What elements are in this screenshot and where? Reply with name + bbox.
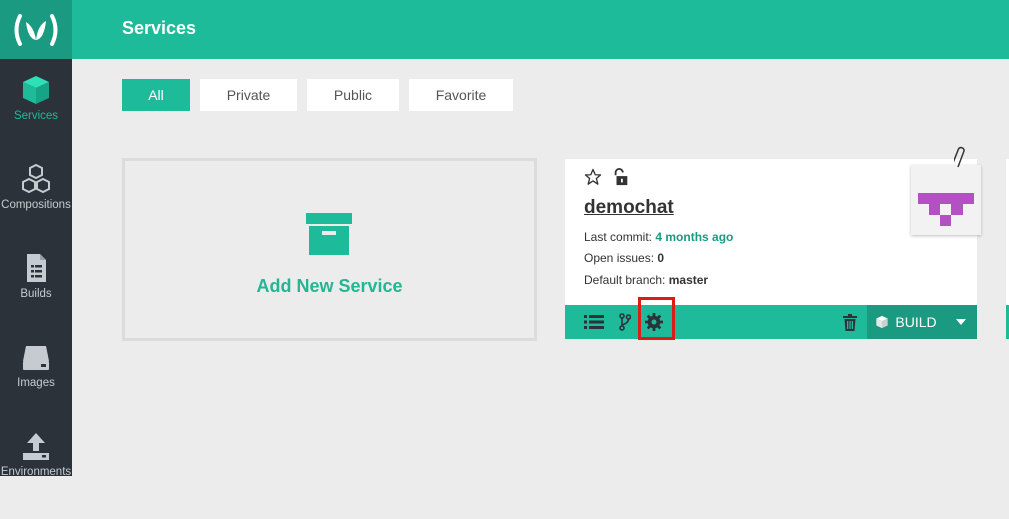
sidebar-item-label: Builds	[20, 288, 52, 300]
leaf-logo-icon	[14, 13, 58, 46]
filter-tab-favorite[interactable]: Favorite	[409, 79, 513, 111]
archive-box-icon	[306, 213, 352, 255]
list-icon	[584, 315, 604, 329]
service-card: demochat Last commit: 4 months ago Open …	[565, 146, 981, 339]
cubes-icon	[22, 163, 50, 194]
cube-icon	[876, 315, 889, 329]
sidebar-item-label: Environments	[0, 466, 72, 478]
last-commit-value: 4 months ago	[655, 230, 734, 244]
paperclip-icon	[954, 146, 965, 168]
sidebar-item-environments[interactable]: Environments	[0, 430, 72, 519]
code-branch-icon	[619, 313, 631, 331]
trash-icon	[843, 313, 857, 331]
service-card-toolbar: BUILD	[565, 305, 977, 339]
service-name-link[interactable]: demochat	[584, 197, 674, 219]
last-commit-row: Last commit: 4 months ago	[584, 230, 733, 244]
build-button-label: BUILD	[895, 314, 937, 330]
top-header: Services	[72, 0, 1009, 59]
settings-highlight-box	[638, 297, 675, 340]
sidebar-item-builds[interactable]: Builds	[0, 252, 72, 341]
upload-icon	[23, 433, 49, 460]
sidebar: Services Compositions Builds Images Envi…	[0, 0, 72, 478]
document-icon	[27, 254, 46, 282]
star-icon[interactable]	[584, 168, 602, 186]
delete-button[interactable]	[840, 305, 860, 339]
sidebar-item-services[interactable]: Services	[0, 74, 72, 163]
filter-tab-all[interactable]: All	[122, 79, 190, 111]
default-branch-label: Default branch:	[584, 273, 669, 287]
sidebar-item-compositions[interactable]: Compositions	[0, 163, 72, 252]
drive-icon	[23, 346, 49, 370]
sidebar-item-images[interactable]: Images	[0, 341, 72, 430]
build-button[interactable]: BUILD	[867, 305, 945, 339]
cube-icon	[23, 76, 49, 104]
unlock-icon[interactable]	[612, 168, 630, 186]
caret-down-icon	[956, 319, 966, 325]
service-avatar	[911, 165, 981, 235]
sidebar-item-label: Images	[17, 377, 55, 389]
open-issues-label: Open issues:	[584, 251, 658, 265]
sidebar-item-label: Services	[13, 110, 59, 122]
default-branch-value: master	[668, 273, 709, 287]
open-issues-row: Open issues: 0	[584, 251, 664, 265]
sidebar-item-label: Compositions	[1, 199, 71, 211]
build-options-dropdown[interactable]	[945, 305, 977, 339]
default-branch-row: Default branch: master	[584, 273, 708, 287]
page-title: Services	[122, 18, 197, 38]
branch-button[interactable]	[618, 305, 632, 339]
last-commit-label: Last commit:	[584, 230, 656, 244]
filter-tab-private[interactable]: Private	[200, 79, 297, 111]
identicon-icon	[918, 193, 974, 226]
add-new-service-card[interactable]: Add New Service	[122, 158, 537, 341]
list-button[interactable]	[583, 305, 605, 339]
add-new-service-label: Add New Service	[256, 276, 403, 296]
open-issues-value: 0	[657, 251, 665, 265]
filter-tab-public[interactable]: Public	[307, 79, 399, 111]
app-logo[interactable]	[0, 0, 72, 59]
